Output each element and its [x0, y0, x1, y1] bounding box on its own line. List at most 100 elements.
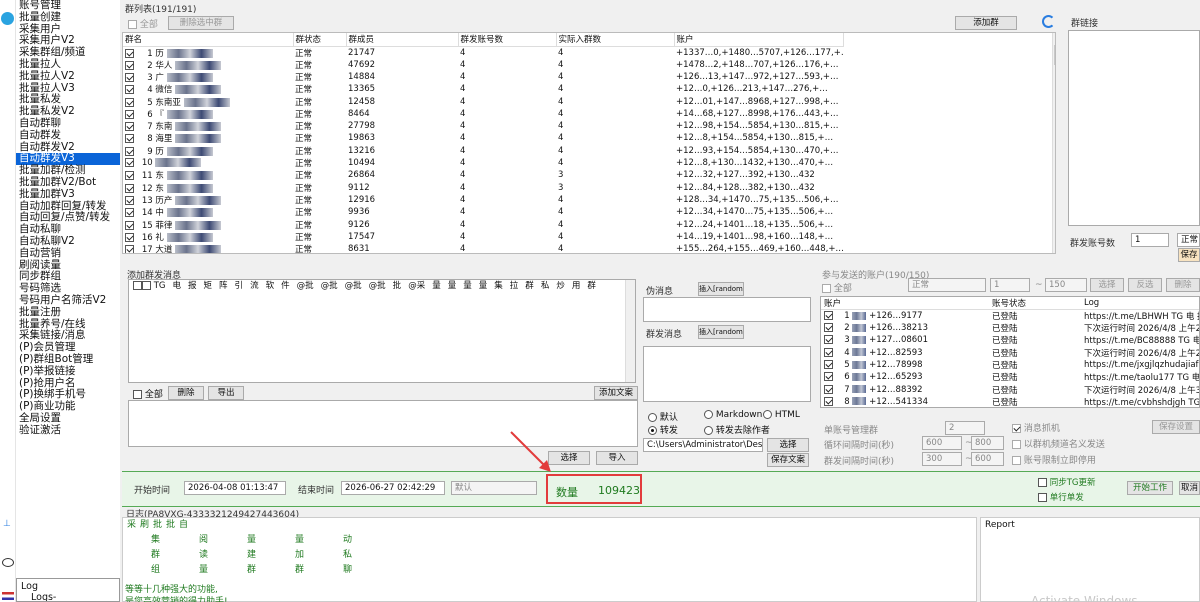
sidebar-item[interactable]: 自动群聊 — [16, 117, 120, 130]
grid-column-header[interactable]: 账户 — [674, 33, 844, 47]
loop-from-input[interactable]: 600 — [922, 436, 962, 450]
table-row[interactable]: 17 大道 正常 8631 4 4 +155…264,+155…469,+160…448… — [123, 243, 843, 253]
accounts-column-header[interactable]: 账号状态 — [989, 297, 1081, 310]
row-checkbox[interactable] — [824, 311, 833, 320]
table-row[interactable]: 14 中 正常 9936 4 4 +12…34,+1470…75,+135…506,+… — [123, 206, 843, 218]
sidebar-item[interactable]: 验证激活 — [16, 424, 120, 437]
mode-default-radio[interactable]: 默认 — [648, 410, 678, 423]
msg-grab-check[interactable]: 消息抓机 — [1012, 421, 1060, 434]
loop-to-input[interactable]: 800 — [971, 436, 1004, 450]
send-to-input[interactable]: 600 — [971, 452, 1004, 466]
table-row[interactable]: 12 东 正常 9112 4 3 +12…84,+128…382,+130…432 — [123, 181, 843, 194]
row-checkbox[interactable] — [824, 347, 833, 357]
sidebar-item[interactable]: 自动私聊V2 — [16, 235, 120, 248]
table-row[interactable]: 4 微信 正常 13365 4 4 +12…0,+126…213,+147…276,+… — [123, 83, 843, 95]
message-checkbox[interactable] — [133, 281, 142, 290]
table-row[interactable]: 2 +126…38213 已登陆 下次运行时间 2026/4/8 上午2:59: — [821, 322, 1199, 334]
mode-html-radio[interactable]: HTML — [763, 410, 800, 420]
group-links-box[interactable] — [1068, 30, 1200, 226]
accounts-status-select[interactable]: 正常 — [908, 278, 986, 292]
messages-list-scrollbar[interactable] — [625, 280, 635, 382]
row-checkbox[interactable] — [824, 396, 833, 406]
table-row[interactable]: 4 +12…82593 已登陆 下次运行时间 2026/4/8 上午2:53: — [821, 347, 1199, 359]
fake-msg-insert-button[interactable]: 插入[random] — [698, 282, 744, 296]
table-row[interactable]: 2 华人 正常 47692 4 4 +1478…2,+148…707,+126…176,… — [123, 59, 843, 71]
mode-markdown-radio[interactable]: Markdown — [704, 410, 762, 420]
table-row[interactable]: 8 +12…541334 已登陆 https://t.me/cvbhshdjgh T… — [821, 396, 1199, 407]
group-links-save-button[interactable]: 保存 — [1178, 248, 1200, 262]
sidebar-item[interactable]: (P)举报链接 — [16, 365, 120, 378]
cancel-button[interactable]: 取消 — [1179, 481, 1200, 495]
row-checkbox[interactable] — [125, 220, 134, 230]
grid-column-header[interactable]: 群状态 — [293, 33, 347, 47]
accounts-select-all[interactable]: 全部 — [822, 281, 852, 294]
group-grid-scrollbar[interactable] — [1052, 33, 1055, 253]
row-checkbox[interactable] — [125, 245, 134, 253]
row-checkbox[interactable] — [125, 48, 134, 58]
select-all-groups[interactable]: 全部 — [128, 17, 158, 30]
save-text-button[interactable]: 保存文案 — [767, 453, 809, 467]
grid-column-header[interactable]: 群名 — [123, 33, 294, 47]
row-checkbox[interactable] — [125, 171, 134, 181]
start-work-button[interactable]: 开始工作 — [1127, 481, 1173, 495]
table-row[interactable]: 5 +12…78998 已登陆 https://t.me/jxgjlqzhudaji… — [821, 359, 1199, 371]
import-button[interactable]: 导入 — [596, 451, 638, 465]
add-group-button[interactable]: 添加群 — [955, 16, 1017, 30]
row-checkbox[interactable] — [125, 109, 134, 119]
row-checkbox[interactable] — [125, 134, 134, 144]
sidebar-item[interactable]: 批量拉人V2 — [16, 70, 120, 83]
pin-icon[interactable]: ⊥ — [3, 520, 12, 529]
table-row[interactable]: 5 东南亚 正常 12458 4 4 +12…01,+147…8968,+127…998… — [123, 95, 843, 108]
send-msg-input[interactable] — [643, 346, 811, 402]
single-send-check[interactable]: 单行单发 — [1038, 491, 1084, 503]
send-from-input[interactable]: 300 — [922, 452, 962, 466]
row-checkbox[interactable] — [125, 146, 134, 156]
telegram-icon[interactable] — [1, 12, 14, 25]
group-status-select[interactable]: 正常 — [1177, 233, 1200, 247]
row-checkbox[interactable] — [125, 97, 134, 107]
mode-forward-hide-radio[interactable]: 转发去除作者 — [704, 423, 770, 436]
messages-list[interactable]: TG 电报矩阵引流软件 @批 @批 @批 @批批 @采量量量量集拉群私炒用群 — [128, 279, 636, 383]
accounts-reverse-button[interactable]: 反选 — [1128, 278, 1162, 292]
table-row[interactable]: 1 +126…9177 已登陆 https://t.me/LBHWH TG 电 报 — [821, 310, 1199, 322]
sync-tg-check[interactable]: 同步TG更新 — [1038, 476, 1095, 488]
rand-check[interactable]: 以群机频道名义发送 — [1012, 437, 1105, 450]
row-checkbox[interactable] — [824, 360, 833, 370]
row-checkbox[interactable] — [125, 208, 134, 218]
table-row[interactable]: 13 历产 正常 12916 4 4 +128…34,+1470…75,+135…506… — [123, 194, 843, 206]
single-group-input[interactable]: 2 — [945, 421, 985, 435]
delete-message-button[interactable]: 删除 — [168, 386, 204, 400]
sidebar-item[interactable]: 自动群发 — [16, 129, 120, 142]
table-row[interactable]: 10 正常 10494 4 4 +12…8,+130…1432,+130…470,+… — [123, 157, 843, 169]
path-input[interactable]: C:\Users\Administrator\Desktop\ — [643, 438, 763, 452]
row-checkbox[interactable] — [125, 72, 134, 82]
select-all-messages[interactable]: 全部 — [133, 387, 163, 400]
table-row[interactable]: 7 东南 正常 27798 4 4 +12…98,+154…5854,+130…815,… — [123, 120, 843, 132]
table-row[interactable]: 1 历 正常 21747 4 4 +1337…0,+1480…5707,+126…177… — [123, 46, 843, 59]
table-row[interactable]: 11 东 正常 26864 4 3 +12…32,+127…392,+130…432 — [123, 169, 843, 181]
row-checkbox[interactable] — [125, 85, 134, 95]
message-editor[interactable] — [128, 400, 638, 447]
message-checkbox[interactable] — [142, 281, 151, 290]
row-checkbox[interactable] — [824, 335, 833, 345]
row-checkbox[interactable] — [125, 232, 134, 242]
mode-select[interactable]: 默认 — [451, 481, 537, 495]
sidebar-item[interactable]: 全局设置 — [16, 412, 120, 425]
table-row[interactable]: 8 海里 正常 19863 4 4 +12…8,+154…5854,+130…815,+… — [123, 132, 843, 144]
table-row[interactable]: 9 历 正常 13216 4 4 +12…93,+154…5854,+130…470,+… — [123, 145, 843, 157]
table-row[interactable]: 3 广 正常 14884 4 4 +126…13,+147…972,+127…593,+… — [123, 71, 843, 83]
delete-selected-groups-button[interactable]: 删除选中群 — [168, 16, 234, 30]
sidebar-item[interactable]: 批量拉人 — [16, 58, 120, 71]
table-row[interactable]: 6 +12…65293 已登陆 https://t.me/taolu177 TG 电… — [821, 371, 1199, 383]
export-message-button[interactable]: 导出 — [208, 386, 244, 400]
row-checkbox[interactable] — [125, 195, 134, 205]
sidebar-item[interactable]: 号码用户名筛活V2 — [16, 294, 120, 307]
refresh-icon[interactable] — [1042, 15, 1055, 28]
sidebar-item[interactable]: 批量加群V3 — [16, 188, 120, 201]
accounts-select-button[interactable]: 选择 — [1090, 278, 1124, 292]
start-time-input[interactable]: 2026-04-08 01:13:47 — [184, 481, 286, 495]
row-checkbox[interactable] — [824, 384, 833, 394]
sidebar-item[interactable]: 批量创建 — [16, 11, 120, 24]
send-count-input[interactable]: 1 — [1131, 233, 1169, 247]
table-row[interactable]: 3 +127…08601 已登陆 https://t.me/BC88888 TG 电… — [821, 334, 1199, 346]
